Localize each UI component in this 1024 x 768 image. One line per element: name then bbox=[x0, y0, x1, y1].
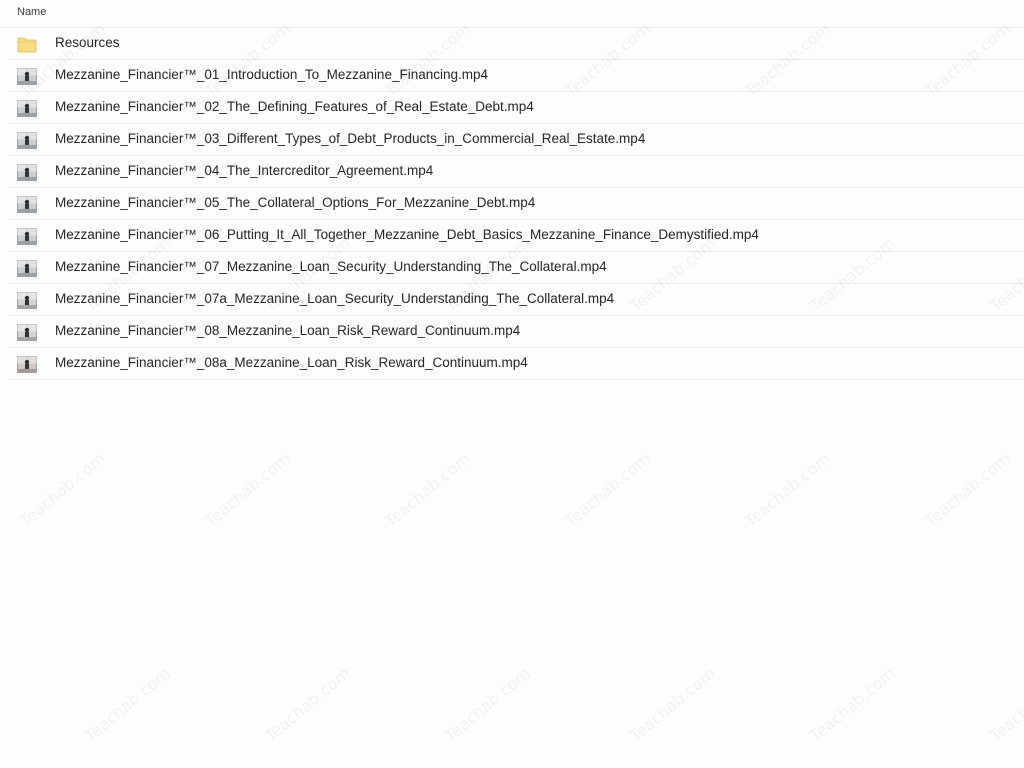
file-name: Mezzanine_Financier™_08a_Mezzanine_Loan_… bbox=[55, 355, 528, 370]
file-name: Mezzanine_Financier™_02_The_Defining_Fea… bbox=[55, 99, 534, 114]
list-item-video-file[interactable]: Mezzanine_Financier™_07a_Mezzanine_Loan_… bbox=[11, 284, 1024, 316]
video-thumbnail-icon bbox=[17, 100, 37, 117]
video-thumbnail-icon bbox=[17, 68, 37, 85]
file-name: Mezzanine_Financier™_06_Putting_It_All_T… bbox=[55, 227, 759, 242]
list-item-video-file[interactable]: Mezzanine_Financier™_07_Mezzanine_Loan_S… bbox=[11, 252, 1024, 284]
list-item-resources-folder[interactable]: Resources bbox=[11, 28, 1024, 60]
list-item-video-file[interactable]: Mezzanine_Financier™_05_The_Collateral_O… bbox=[11, 188, 1024, 220]
file-name: Resources bbox=[55, 35, 120, 50]
file-name: Mezzanine_Financier™_03_Different_Types_… bbox=[55, 131, 646, 146]
list-item-video-file[interactable]: Mezzanine_Financier™_08a_Mezzanine_Loan_… bbox=[11, 348, 1024, 380]
file-list: Resources Mezzanine_Financier™_01_Introd… bbox=[11, 28, 1024, 380]
name-column-header[interactable]: Name bbox=[17, 6, 46, 18]
file-name: Mezzanine_Financier™_07_Mezzanine_Loan_S… bbox=[55, 259, 607, 274]
folder-icon bbox=[17, 37, 37, 53]
file-name: Mezzanine_Financier™_04_The_Intercredito… bbox=[55, 163, 434, 178]
video-thumbnail-icon bbox=[17, 260, 37, 277]
watermark-text: Teachab.com bbox=[741, 448, 834, 531]
watermark-text: Teachab.com bbox=[986, 663, 1024, 746]
video-thumbnail-icon bbox=[17, 292, 37, 309]
file-name: Mezzanine_Financier™_05_The_Collateral_O… bbox=[55, 195, 536, 210]
video-thumbnail-icon bbox=[17, 164, 37, 181]
file-browser-page: Name Resources Mezzanine_Financier™_01_I… bbox=[0, 0, 1024, 768]
list-item-video-file[interactable]: Mezzanine_Financier™_08_Mezzanine_Loan_R… bbox=[11, 316, 1024, 348]
watermark-text: Teachab.com bbox=[626, 663, 719, 746]
list-item-video-file[interactable]: Mezzanine_Financier™_02_The_Defining_Fea… bbox=[11, 92, 1024, 124]
watermark-text: Teachab.com bbox=[16, 448, 109, 531]
file-name: Mezzanine_Financier™_08_Mezzanine_Loan_R… bbox=[55, 323, 521, 338]
file-name: Mezzanine_Financier™_07a_Mezzanine_Loan_… bbox=[55, 291, 615, 306]
list-item-video-file[interactable]: Mezzanine_Financier™_04_The_Intercredito… bbox=[11, 156, 1024, 188]
list-item-video-file[interactable]: Mezzanine_Financier™_03_Different_Types_… bbox=[11, 124, 1024, 156]
file-name: Mezzanine_Financier™_01_Introduction_To_… bbox=[55, 67, 489, 82]
watermark-text: Teachab.com bbox=[921, 448, 1014, 531]
watermark-text: Teachab.com bbox=[561, 448, 654, 531]
watermark-text: Teachab.com bbox=[806, 663, 899, 746]
column-header-bar: Name bbox=[0, 0, 1024, 28]
video-thumbnail-icon bbox=[17, 132, 37, 149]
watermark-text: Teachab.com bbox=[201, 448, 294, 531]
list-item-video-file[interactable]: Mezzanine_Financier™_06_Putting_It_All_T… bbox=[11, 220, 1024, 252]
video-thumbnail-icon bbox=[17, 228, 37, 245]
video-thumbnail-icon bbox=[17, 196, 37, 213]
watermark-text: Teachab.com bbox=[441, 663, 534, 746]
watermark-text: Teachab.com bbox=[261, 663, 354, 746]
list-item-video-file[interactable]: Mezzanine_Financier™_01_Introduction_To_… bbox=[11, 60, 1024, 92]
watermark-text: Teachab.com bbox=[81, 663, 174, 746]
watermark-text: Teachab.com bbox=[381, 448, 474, 531]
video-thumbnail-icon bbox=[17, 324, 37, 341]
video-thumbnail-icon bbox=[17, 356, 37, 373]
